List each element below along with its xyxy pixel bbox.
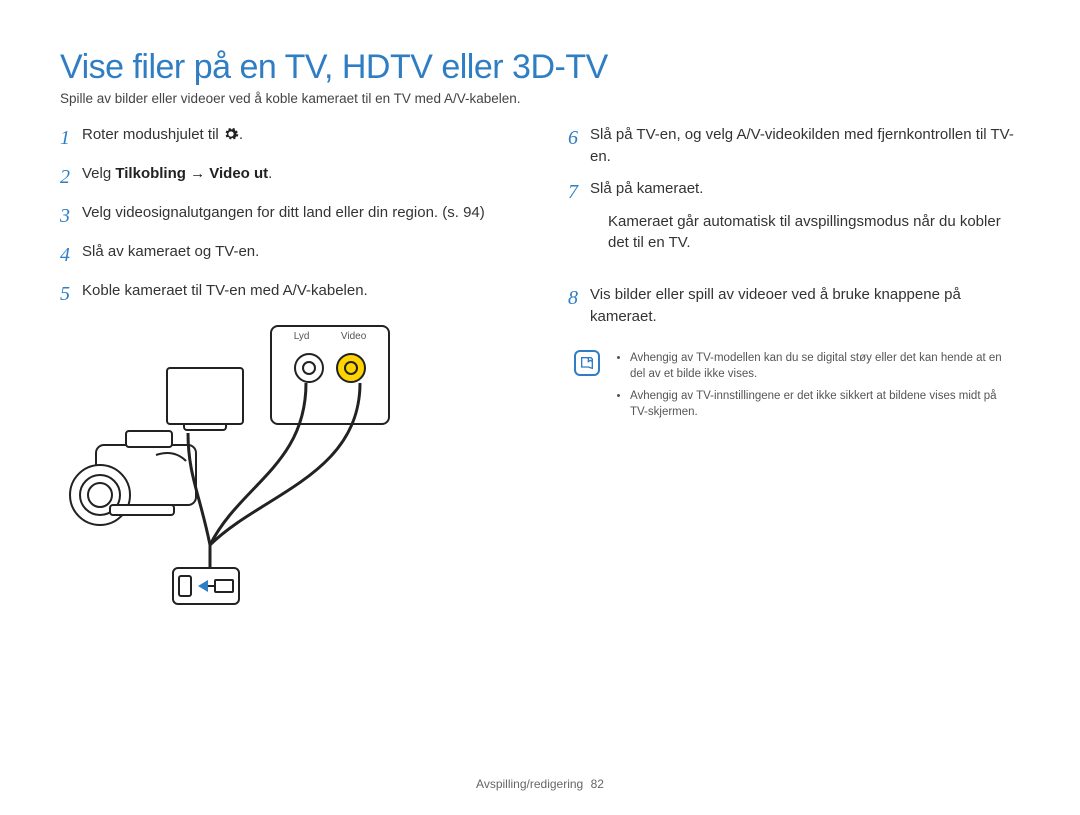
step-sub-bullet: Kameraet går automatisk til avspillingsm… — [608, 211, 1020, 255]
step-text-suffix: . — [239, 126, 243, 143]
step-number: 6 — [568, 124, 590, 153]
step-number: 3 — [60, 202, 82, 231]
step-7: 7 Slå på kameraet. Kameraet går automati… — [568, 178, 1020, 275]
note-item: Avhengig av TV-innstillingene er det ikk… — [630, 388, 1014, 420]
step-1: 1 Roter modushjulet til . — [60, 124, 512, 153]
step-bold: Tilkobling → Video ut — [115, 165, 268, 182]
left-column: 1 Roter modushjulet til . 2 Velg Tilkobl… — [60, 124, 512, 605]
step-text: Velg — [82, 165, 115, 182]
steps-right: 6 Slå på TV-en, og velg A/V-videokilden … — [568, 124, 1020, 328]
usb-mini-icon — [178, 575, 192, 597]
step-text: Slå av kameraet og TV-en. — [82, 241, 512, 263]
usb-connector-icon — [172, 567, 240, 605]
page-footer: Avspilling/redigering 82 — [0, 777, 1080, 791]
step-number: 8 — [568, 284, 590, 313]
step-4: 4 Slå av kameraet og TV-en. — [60, 241, 512, 270]
cable-path — [60, 325, 430, 605]
usb-a-icon — [214, 579, 234, 593]
connection-diagram: Lyd Video — [60, 325, 430, 605]
step-8: 8 Vis bilder eller spill av videoer ved … — [568, 284, 1020, 328]
step-6: 6 Slå på TV-en, og velg A/V-videokilden … — [568, 124, 1020, 168]
step-text: Roter modushjulet til — [82, 126, 223, 143]
steps-left: 1 Roter modushjulet til . 2 Velg Tilkobl… — [60, 124, 512, 309]
step-number: 4 — [60, 241, 82, 270]
step-3: 3 Velg videosignalutgangen for ditt land… — [60, 202, 512, 231]
step-text: Slå på kameraet. — [590, 178, 1020, 200]
step-number: 2 — [60, 163, 82, 192]
step-number: 1 — [60, 124, 82, 153]
note-item: Avhengig av TV-modellen kan du se digita… — [630, 350, 1014, 382]
page-title: Vise filer på en TV, HDTV eller 3D-TV — [60, 48, 1020, 87]
step-number: 5 — [60, 280, 82, 309]
note-box: Avhengig av TV-modellen kan du se digita… — [568, 346, 1020, 430]
step-text: Koble kameraet til TV-en med A/V-kabelen… — [82, 280, 512, 302]
page-subtitle: Spille av bilder eller videoer ved å kob… — [60, 91, 1020, 106]
step-number: 7 — [568, 178, 590, 207]
arrow-left-icon — [198, 580, 208, 592]
page-number: 82 — [591, 777, 604, 791]
step-text: Velg videosignalutgangen for ditt land e… — [82, 202, 512, 224]
step-2: 2 Velg Tilkobling → Video ut. — [60, 163, 512, 192]
step-text: Slå på TV-en, og velg A/V-videokilden me… — [590, 124, 1020, 168]
right-column: 6 Slå på TV-en, og velg A/V-videokilden … — [568, 124, 1020, 605]
note-icon — [574, 350, 600, 376]
step-5: 5 Koble kameraet til TV-en med A/V-kabel… — [60, 280, 512, 309]
step-text: Vis bilder eller spill av videoer ved å … — [590, 284, 1020, 328]
footer-section: Avspilling/redigering — [476, 777, 583, 791]
step-text-suffix: . — [268, 165, 272, 182]
gear-icon — [223, 126, 239, 142]
